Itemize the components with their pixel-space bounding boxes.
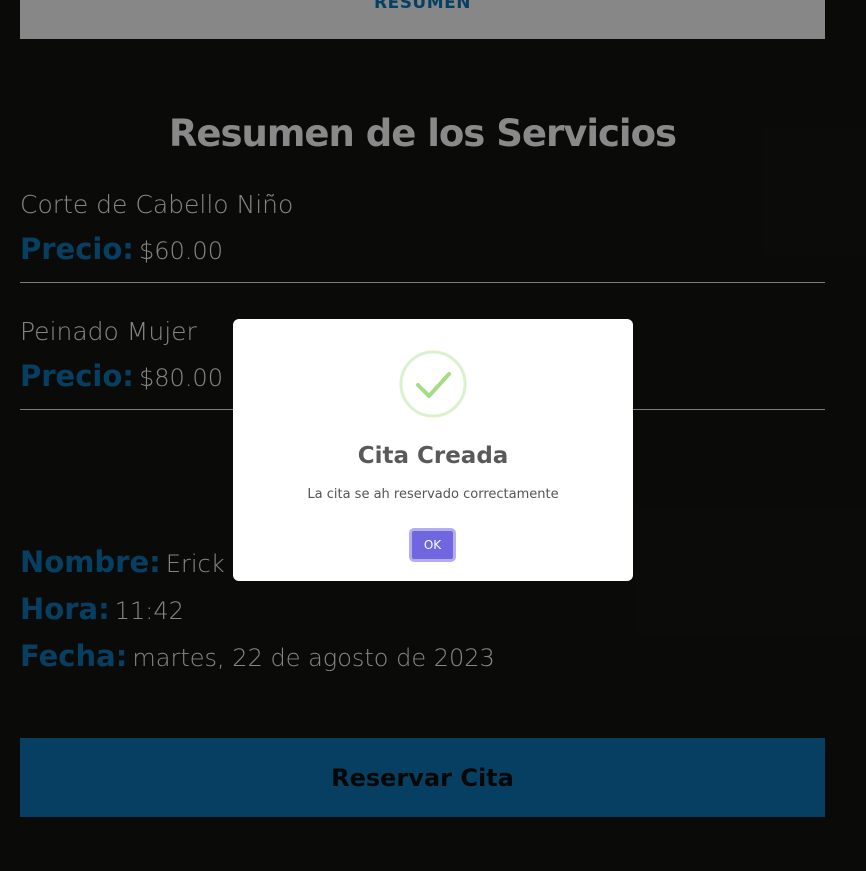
success-dialog: Cita Creada La cita se ah reservado corr… xyxy=(233,319,633,581)
dialog-message: La cita se ah reservado correctamente xyxy=(307,487,559,502)
success-check-icon xyxy=(399,350,467,418)
ok-button[interactable]: OK xyxy=(409,528,456,562)
appointment-summary-page: RESUMEN Resumen de los Servicios Corte d… xyxy=(0,0,866,871)
dialog-title: Cita Creada xyxy=(357,443,509,469)
